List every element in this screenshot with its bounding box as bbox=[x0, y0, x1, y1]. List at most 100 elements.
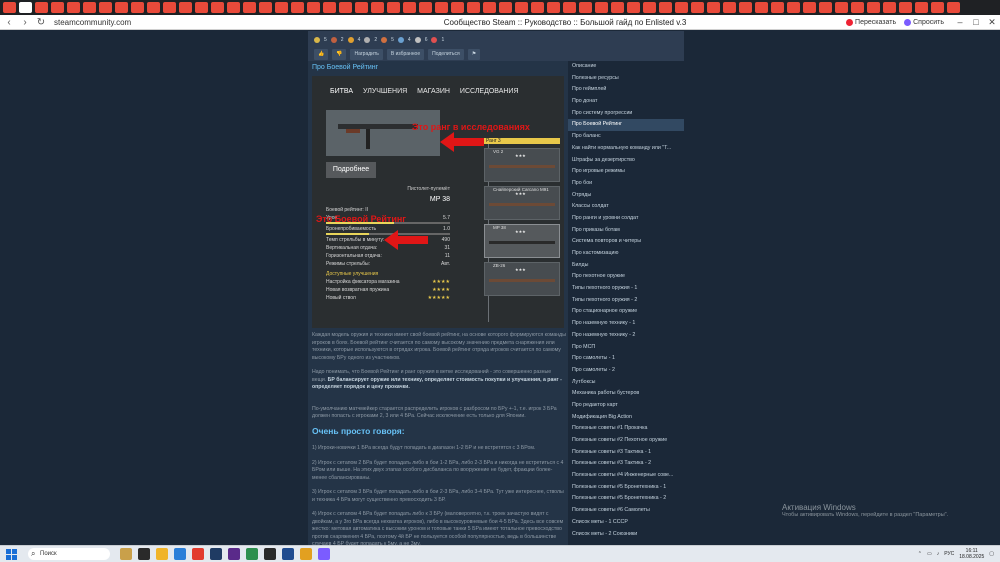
sidebar-item[interactable]: Про приказы ботам bbox=[568, 225, 684, 237]
browser-tab-icon[interactable] bbox=[115, 2, 128, 13]
sidebar-item[interactable]: Типы пехотного оружия - 2 bbox=[568, 295, 684, 307]
sidebar-item[interactable]: Про редактор карт bbox=[568, 400, 684, 412]
browser-tab-icon[interactable] bbox=[691, 2, 704, 13]
sidebar-item[interactable]: Полезные советы #2 Пехотное оружие bbox=[568, 435, 684, 447]
sidebar-item[interactable]: Про бои bbox=[568, 178, 684, 190]
browser-tab-icon[interactable] bbox=[211, 2, 224, 13]
sidebar-item[interactable]: Про самолеты - 1 bbox=[568, 353, 684, 365]
sidebar-item-active[interactable]: Про Боевой Рейтинг bbox=[568, 119, 684, 132]
browser-tab-icon[interactable] bbox=[787, 2, 800, 13]
browser-tab-icon[interactable] bbox=[899, 2, 912, 13]
share-button[interactable]: Поделиться bbox=[428, 49, 464, 60]
sidebar-item[interactable]: Штрафы за дезертирство bbox=[568, 155, 684, 167]
browser-tab-icon[interactable] bbox=[723, 2, 736, 13]
browser-tab-icon[interactable] bbox=[387, 2, 400, 13]
browser-tab-icon[interactable] bbox=[547, 2, 560, 13]
browser-tab-icon[interactable] bbox=[931, 2, 944, 13]
app-icon[interactable] bbox=[282, 548, 294, 560]
sidebar-item[interactable]: Как найти нормальную команду или "Т... bbox=[568, 143, 684, 155]
browser-tab-icon[interactable] bbox=[947, 2, 960, 13]
browser-tab-icon[interactable] bbox=[371, 2, 384, 13]
taskbar-search[interactable]: Поиск bbox=[28, 548, 110, 560]
browser-tab-icon[interactable] bbox=[19, 2, 32, 13]
sidebar-item[interactable]: Полезные советы #3 Тактика - 2 bbox=[568, 458, 684, 470]
tree-node[interactable]: ZB-26 ★★★ bbox=[484, 262, 560, 296]
sidebar-item[interactable]: Про геймплей bbox=[568, 84, 684, 96]
browser-tab-icon[interactable] bbox=[659, 2, 672, 13]
browser-tab-icon[interactable] bbox=[771, 2, 784, 13]
browser-tab-icon[interactable] bbox=[259, 2, 272, 13]
browser-tab-icon[interactable] bbox=[451, 2, 464, 13]
sidebar-item[interactable]: Про наземную технику - 1 bbox=[568, 318, 684, 330]
browser-tab-icon[interactable] bbox=[867, 2, 880, 13]
back-icon[interactable]: ‹ bbox=[2, 17, 16, 28]
sidebar-item[interactable]: Система повторов и читеры bbox=[568, 236, 684, 248]
browser-tab-icon[interactable] bbox=[275, 2, 288, 13]
browser-tab-icon[interactable] bbox=[915, 2, 928, 13]
tree-node[interactable]: Снайперский Carcano M91 ★★★ bbox=[484, 186, 560, 220]
sidebar-item[interactable]: Про донат bbox=[568, 96, 684, 108]
sidebar-item[interactable]: Билды bbox=[568, 260, 684, 272]
close-icon[interactable]: ✕ bbox=[984, 17, 1000, 28]
sidebar-item[interactable]: Типы пехотного оружия - 1 bbox=[568, 283, 684, 295]
vote-up-button[interactable]: 👍 bbox=[314, 49, 329, 60]
ask-button[interactable]: Спросить bbox=[904, 18, 944, 26]
browser-tab-icon[interactable] bbox=[195, 2, 208, 13]
sidebar-item[interactable]: Механика работы бустеров bbox=[568, 388, 684, 400]
browser-tab-icon[interactable] bbox=[291, 2, 304, 13]
browser-tab-icon[interactable] bbox=[323, 2, 336, 13]
browser-tab-icon[interactable] bbox=[755, 2, 768, 13]
browser-tab-icon[interactable] bbox=[131, 2, 144, 13]
browser-tab-icon[interactable] bbox=[179, 2, 192, 13]
browser-tab-icon[interactable] bbox=[163, 2, 176, 13]
vote-down-button[interactable]: 👎 bbox=[332, 49, 347, 60]
browser-tab-icon[interactable] bbox=[3, 2, 16, 13]
sidebar-item[interactable]: Полезные советы #5 Бронетехника - 2 bbox=[568, 493, 684, 505]
browser-tab-icon[interactable] bbox=[851, 2, 864, 13]
browser-tab-icon[interactable] bbox=[595, 2, 608, 13]
browser-tab-icon[interactable] bbox=[99, 2, 112, 13]
app-icon[interactable] bbox=[318, 548, 330, 560]
browser-tab-icon[interactable] bbox=[643, 2, 656, 13]
sidebar-item[interactable]: Список меты - 1 СССР bbox=[568, 517, 684, 529]
sidebar-item[interactable]: Про систему прогрессии bbox=[568, 108, 684, 120]
network-icon[interactable]: ▭ bbox=[927, 551, 932, 557]
tree-node[interactable]: VG 2 ★★★ bbox=[484, 148, 560, 182]
windows-start-icon[interactable] bbox=[4, 547, 18, 561]
browser-tab-icon[interactable] bbox=[835, 2, 848, 13]
sidebar-item[interactable]: Про пехотное оружие bbox=[568, 271, 684, 283]
browser-tab-icon[interactable] bbox=[35, 2, 48, 13]
browser-tab-icon[interactable] bbox=[499, 2, 512, 13]
app-icon[interactable] bbox=[174, 548, 186, 560]
app-icon[interactable] bbox=[264, 548, 276, 560]
browser-tab-icon[interactable] bbox=[883, 2, 896, 13]
browser-tab-icon[interactable] bbox=[467, 2, 480, 13]
browser-tab-icon[interactable] bbox=[147, 2, 160, 13]
sidebar-item[interactable]: Полезные ресурсы bbox=[568, 73, 684, 85]
sidebar-item[interactable]: Полезные советы #6 Самолеты bbox=[568, 505, 684, 517]
browser-tab-icon[interactable] bbox=[435, 2, 448, 13]
sidebar-item[interactable]: Классы солдат bbox=[568, 201, 684, 213]
sidebar-item[interactable]: Про наземную технику - 2 bbox=[568, 330, 684, 342]
app-icon[interactable] bbox=[138, 548, 150, 560]
browser-tab-icon[interactable] bbox=[675, 2, 688, 13]
sidebar-item[interactable]: Про баланс bbox=[568, 131, 684, 143]
browser-tab-icon[interactable] bbox=[627, 2, 640, 13]
browser-tab-icon[interactable] bbox=[243, 2, 256, 13]
app-icon[interactable] bbox=[246, 548, 258, 560]
browser-tab-icon[interactable] bbox=[483, 2, 496, 13]
browser-tab-icon[interactable] bbox=[819, 2, 832, 13]
sidebar-item[interactable]: Про кастомизацию bbox=[568, 248, 684, 260]
app-icon[interactable] bbox=[120, 548, 132, 560]
browser-tab-icon[interactable] bbox=[707, 2, 720, 13]
sidebar-item[interactable]: Полезные советы #5 Бронетехника - 1 bbox=[568, 482, 684, 494]
sidebar-item[interactable]: Модификация Big Action bbox=[568, 412, 684, 424]
browser-tab-icon[interactable] bbox=[739, 2, 752, 13]
app-icon[interactable] bbox=[210, 548, 222, 560]
browser-tab-icon[interactable] bbox=[515, 2, 528, 13]
browser-tab-icon[interactable] bbox=[83, 2, 96, 13]
report-flag-button[interactable]: ⚑ bbox=[467, 49, 481, 60]
favorite-button[interactable]: В избранное bbox=[386, 49, 425, 60]
browser-tab-icon[interactable] bbox=[339, 2, 352, 13]
tree-node-selected[interactable]: MP 38 ★★★ bbox=[484, 224, 560, 258]
